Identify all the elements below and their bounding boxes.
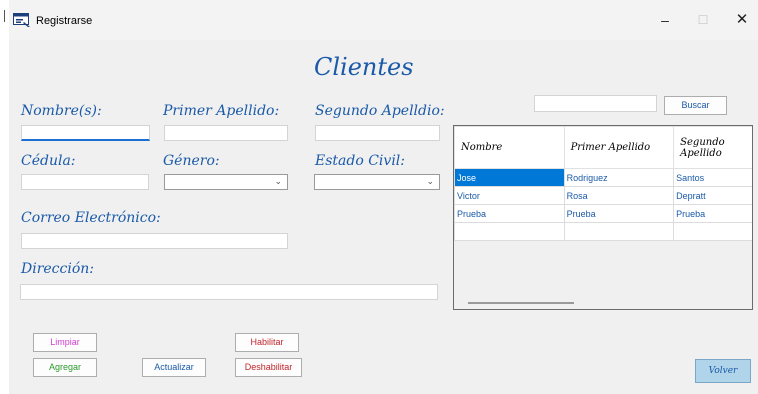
cedula-input[interactable] [21, 174, 149, 190]
column-header-primer-apellido[interactable]: Primer Apellido [563, 126, 675, 169]
cedula-label: Cédula: [21, 153, 76, 169]
table-cell[interactable]: Rosa [563, 186, 675, 205]
estado-civil-select[interactable]: ⌄ [314, 174, 440, 190]
correo-input[interactable] [21, 233, 288, 249]
estado-civil-label: Estado Civil: [315, 153, 405, 169]
table-header-row: Nombre Primer Apellido Segundo Apellido [454, 126, 752, 169]
clients-table-grid: Nombre Primer Apellido Segundo Apellido … [454, 126, 752, 241]
table-row[interactable]: Jose Rodriguez Santos [454, 168, 752, 187]
table-cell[interactable]: Prueba [673, 204, 752, 223]
table-row[interactable]: Victor Rosa Depratt [454, 186, 752, 205]
table-cell[interactable]: Santos [673, 168, 752, 187]
table-cell[interactable]: Prueba [454, 204, 565, 223]
table-cell[interactable] [454, 222, 565, 241]
horizontal-scrollbar[interactable] [454, 296, 752, 309]
habilitar-button[interactable]: Habilitar [235, 333, 299, 352]
search-button[interactable]: Buscar [664, 96, 727, 115]
page-title: Clientes [314, 53, 414, 81]
table-cell[interactable]: Depratt [673, 186, 752, 205]
table-cell[interactable] [563, 222, 675, 241]
minimize-button[interactable]: – [650, 10, 680, 30]
genero-label: Género: [163, 153, 220, 169]
genero-select[interactable]: ⌄ [164, 174, 288, 190]
table-cell[interactable]: Victor [454, 186, 565, 205]
search-input[interactable] [534, 95, 657, 112]
table-cell[interactable]: Jose [454, 168, 565, 187]
table-viewport: Nombre Primer Apellido Segundo Apellido … [454, 126, 752, 296]
chevron-down-icon: ⌄ [274, 176, 282, 186]
chevron-down-icon: ⌄ [426, 176, 434, 186]
column-header-segundo-apellido[interactable]: Segundo Apellido [673, 126, 752, 169]
app-form-icon [13, 13, 30, 27]
scrollbar-thumb[interactable] [468, 302, 574, 304]
primer-apellido-label: Primer Apellido: [163, 103, 280, 119]
column-header-nombre[interactable]: Nombre [454, 126, 565, 169]
table-cell[interactable] [673, 222, 752, 241]
segundo-apellido-label: Segundo Apelldio: [315, 103, 445, 119]
title-bar[interactable]: Registrarse – ☐ ✕ [9, 0, 758, 40]
actualizar-button[interactable]: Actualizar [142, 358, 206, 377]
table-row[interactable]: Prueba Prueba Prueba [454, 204, 752, 223]
volver-button[interactable]: Volver [695, 359, 751, 383]
direccion-label: Dirección: [21, 261, 95, 277]
close-button[interactable]: ✕ [727, 10, 757, 30]
limpiar-button[interactable]: Limpiar [33, 333, 97, 352]
table-cell[interactable]: Rodriguez [563, 168, 675, 187]
window-title: Registrarse [36, 15, 93, 27]
maximize-button[interactable]: ☐ [688, 10, 718, 30]
primer-apellido-input[interactable] [164, 125, 288, 141]
direccion-input[interactable] [20, 284, 438, 300]
nombres-input[interactable] [21, 125, 150, 141]
segundo-apellido-input[interactable] [315, 125, 440, 141]
deshabilitar-button[interactable]: Deshabilitar [235, 358, 302, 377]
nombres-label: Nombre(s): [21, 103, 102, 119]
background-window-edge [0, 0, 9, 394]
agregar-button[interactable]: Agregar [33, 358, 97, 377]
edge-tick [4, 10, 5, 22]
registrarse-window: Registrarse – ☐ ✕ Clientes Nombre(s): Pr… [9, 0, 758, 394]
correo-label: Correo Electrónico: [21, 210, 161, 226]
new-row[interactable] [454, 222, 752, 241]
clients-table[interactable]: Nombre Primer Apellido Segundo Apellido … [453, 125, 753, 310]
table-cell[interactable]: Prueba [563, 204, 675, 223]
